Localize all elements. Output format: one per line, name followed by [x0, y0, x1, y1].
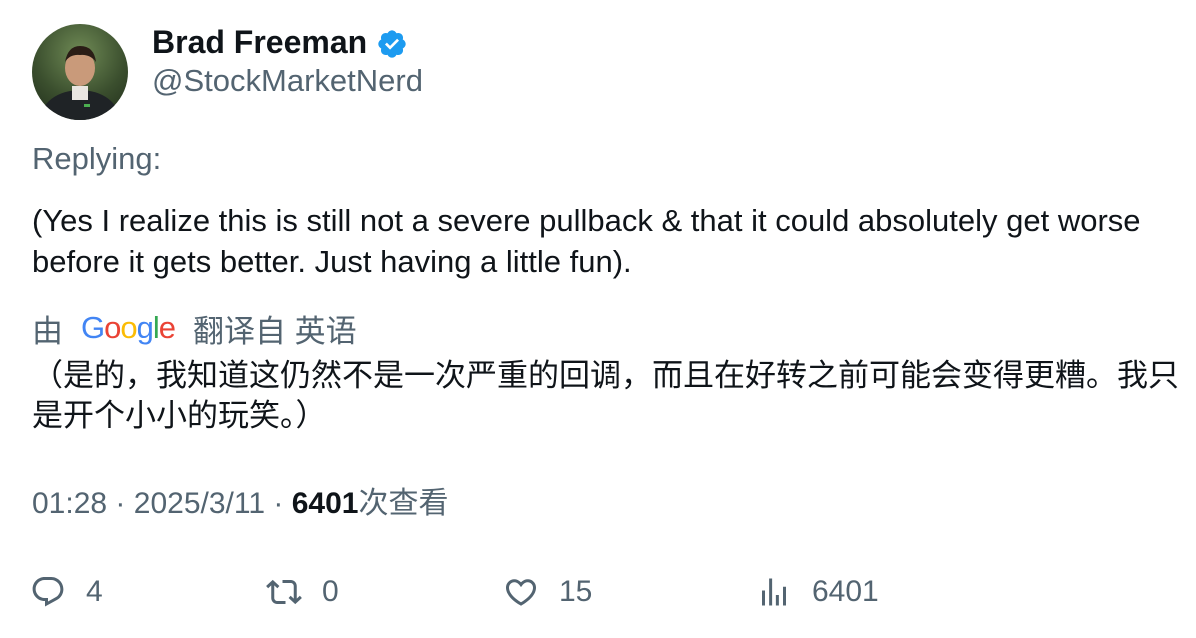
- views-total: 6401: [812, 575, 879, 608]
- meta-separator: ·: [273, 487, 284, 520]
- retweet-count: 0: [322, 575, 339, 608]
- author-handle[interactable]: @StockMarketNerd: [152, 62, 423, 100]
- like-icon: [505, 579, 537, 606]
- reply-count: 4: [86, 575, 103, 608]
- retweet-icon: [266, 579, 302, 605]
- translated-text: （是的，我知道这仍然不是一次严重的回调，而且在好转之前可能会变得更糟。我只是开个…: [32, 358, 1179, 434]
- tweet-date[interactable]: 2025/3/11: [134, 487, 265, 520]
- translation-suffix: 翻译自 英语: [193, 313, 357, 349]
- avatar-image: [40, 46, 120, 120]
- translation-attribution: 由 Google 翻译自 英语: [32, 306, 357, 350]
- tweet-time[interactable]: 01:28: [32, 487, 107, 520]
- views-count: 6401: [291, 487, 359, 520]
- meta-separator: ·: [115, 487, 126, 520]
- retweet-button[interactable]: 0: [266, 572, 339, 612]
- views-icon: [762, 578, 786, 606]
- like-count: 15: [559, 575, 593, 608]
- tweet-meta: 01:28 · 2025/3/11 · 6401次查看: [32, 484, 448, 524]
- reply-button[interactable]: 4: [30, 572, 103, 612]
- author-name[interactable]: Brad Freeman: [152, 22, 367, 62]
- views-label: 次查看: [358, 487, 449, 520]
- avatar[interactable]: [32, 24, 128, 120]
- google-logo[interactable]: Google: [81, 310, 176, 346]
- replying-label: Replying:: [32, 141, 162, 176]
- tweet-text: (Yes I realize this is still not a sever…: [32, 203, 1141, 279]
- views-button[interactable]: 6401: [756, 572, 879, 612]
- translation-prefix: 由: [32, 313, 63, 349]
- like-button[interactable]: 15: [503, 572, 592, 612]
- reply-icon: [32, 577, 64, 607]
- verified-badge-icon: [376, 28, 408, 60]
